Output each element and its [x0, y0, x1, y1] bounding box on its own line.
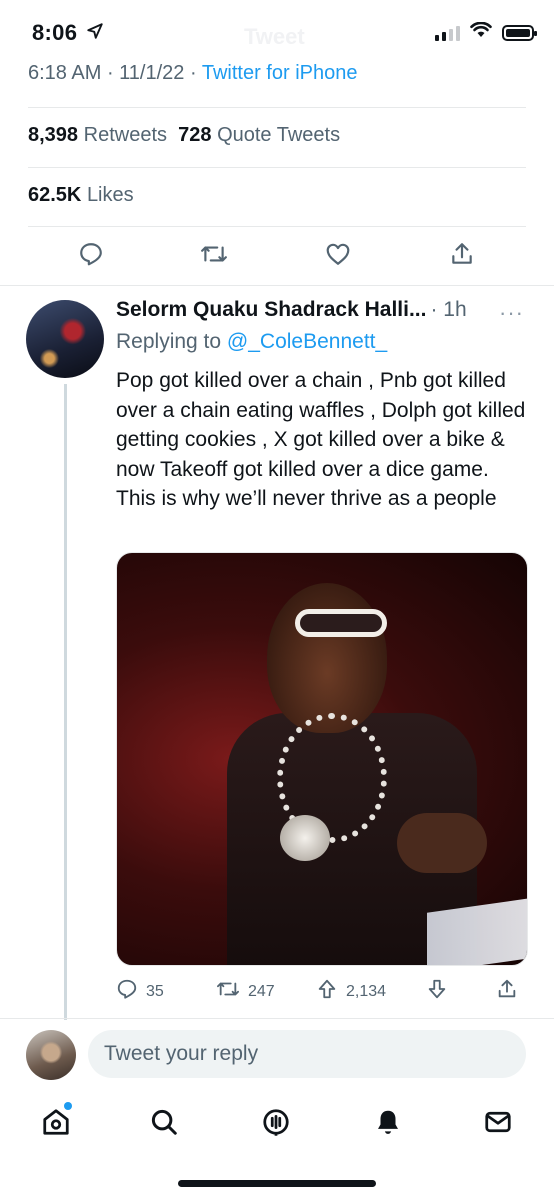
- reply-time: · 1h: [430, 298, 467, 321]
- reply-photo[interactable]: [116, 552, 528, 966]
- downvote-arrow-icon: [426, 978, 448, 1005]
- tweet-source-link[interactable]: Twitter for iPhone: [202, 62, 358, 84]
- tweet-actions: [0, 238, 554, 278]
- reply-actions: 35 247 2,134: [116, 978, 526, 1008]
- spaces-icon[interactable]: [258, 1104, 294, 1140]
- reply-button[interactable]: 35: [116, 978, 164, 1005]
- status-time: 8:06: [32, 20, 78, 45]
- heart-icon[interactable]: [322, 238, 354, 270]
- notification-dot: [64, 1102, 72, 1110]
- messages-icon[interactable]: [480, 1104, 516, 1140]
- reply-input[interactable]: [88, 1030, 526, 1078]
- replying-to-handle[interactable]: @_ColeBennett_: [227, 330, 387, 353]
- bottom-tab-bar: [0, 1096, 554, 1156]
- location-arrow-icon: [86, 22, 104, 45]
- more-options-icon[interactable]: ···: [499, 300, 524, 326]
- reply-count: 35: [146, 982, 164, 1000]
- reply-header: Selorm Quaku Shadrack Halli... · 1h: [116, 298, 467, 322]
- retweet-button[interactable]: 247: [216, 978, 275, 1005]
- divider: [28, 107, 526, 108]
- divider: [28, 167, 526, 168]
- home-icon[interactable]: [38, 1102, 74, 1140]
- reply-text: Pop got killed over a chain , Pnb got ki…: [116, 369, 526, 510]
- notifications-icon[interactable]: [370, 1104, 406, 1140]
- reply-icon[interactable]: [75, 238, 107, 270]
- upvote-button[interactable]: 2,134: [316, 978, 386, 1005]
- status-bar: 8:06 Tweet: [0, 0, 554, 64]
- retweet-icon[interactable]: [198, 238, 230, 270]
- replying-to: Replying to @_ColeBennett_: [116, 330, 388, 353]
- search-icon[interactable]: [146, 1104, 182, 1140]
- reply-author-name[interactable]: Selorm Quaku Shadrack Halli...: [116, 298, 426, 322]
- thread-line: [64, 384, 67, 1020]
- quote-tweets-link[interactable]: 728 Quote Tweets: [178, 124, 340, 146]
- current-user-avatar[interactable]: [26, 1030, 76, 1080]
- home-indicator: [178, 1180, 376, 1187]
- battery-icon: [502, 24, 537, 41]
- share-icon[interactable]: [446, 238, 478, 270]
- tweet-timestamp: 6:18 AM · 11/1/22 · Twitter for iPhone: [28, 62, 358, 84]
- divider: [28, 226, 526, 227]
- divider: [0, 1018, 554, 1019]
- upvote-arrow-icon: [316, 978, 338, 1005]
- retweets-link[interactable]: 8,398 Retweets: [28, 124, 167, 146]
- wifi-icon: [470, 21, 492, 43]
- cellular-signal-icon: [435, 25, 460, 41]
- reply-icon: [116, 978, 138, 1005]
- upvote-count: 2,134: [346, 982, 387, 1000]
- retweet-icon: [216, 978, 240, 1005]
- share-button[interactable]: [496, 978, 518, 1005]
- retweet-stats: 8,398 Retweets 728 Quote Tweets: [28, 124, 340, 147]
- downvote-button[interactable]: [426, 978, 448, 1005]
- likes-link[interactable]: 62.5K Likes: [28, 184, 134, 207]
- reply-author-avatar[interactable]: [26, 300, 104, 378]
- header-title: Tweet: [244, 24, 305, 49]
- retweet-count: 247: [248, 982, 275, 1000]
- share-icon: [496, 978, 518, 1005]
- divider: [0, 285, 554, 286]
